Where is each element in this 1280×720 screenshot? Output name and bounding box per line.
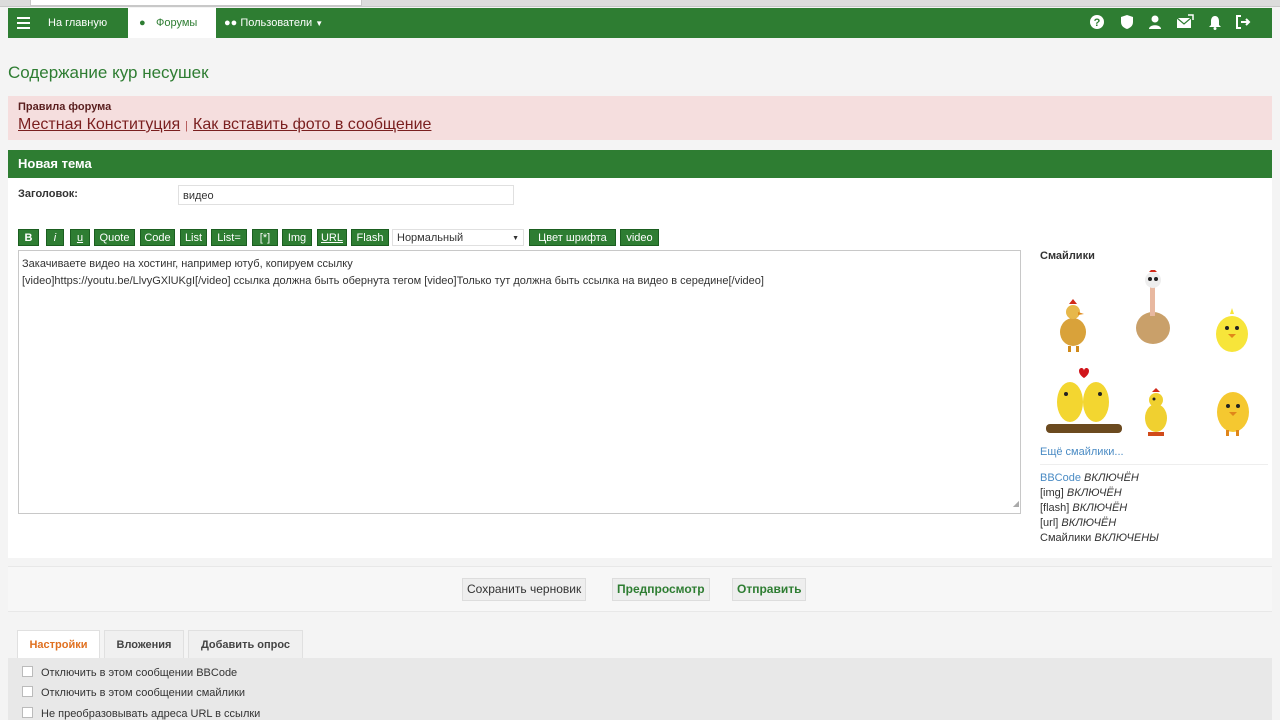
font-color-button[interactable]: Цвет шрифта: [529, 229, 616, 246]
chick-smiley-5[interactable]: [1140, 388, 1172, 443]
browser-strip: [0, 0, 1280, 7]
options-panel: Отключить в этом сообщении BBCode Отключ…: [8, 658, 1272, 720]
post-form: Заголовок: видео B i u Quote Code List L…: [8, 178, 1272, 558]
code-button[interactable]: Code: [140, 229, 175, 246]
nav-forums[interactable]: ● Форумы: [128, 8, 216, 38]
status-smilies: Смайлики ВКЛЮЧЕНЫ: [1040, 532, 1159, 544]
save-draft-button[interactable]: Сохранить черновик: [462, 578, 587, 601]
option-label: Отключить в этом сообщении смайлики: [41, 687, 246, 699]
bold-button[interactable]: B: [18, 229, 39, 246]
chat-bubble-icon: ●: [139, 17, 146, 29]
section-header: Новая тема: [8, 150, 1272, 178]
navbar: На главную ● Форумы ●● Пользователи ▼ ?: [8, 8, 1272, 38]
divider: [1040, 464, 1268, 465]
list-item-button[interactable]: [*]: [252, 229, 278, 246]
editor-line-1: Закачиваете видео на хостинг, например ю…: [22, 258, 353, 270]
video-button[interactable]: video: [620, 229, 659, 246]
nav-forums-label: Форумы: [156, 17, 198, 29]
chevron-down-icon: ▼: [315, 19, 324, 28]
menu-toggle[interactable]: [8, 8, 40, 38]
url-button[interactable]: URL: [317, 229, 347, 246]
resize-handle-icon[interactable]: ◢: [1013, 495, 1019, 512]
message-editor[interactable]: Закачиваете видео на хостинг, например ю…: [18, 250, 1021, 514]
checkbox[interactable]: [22, 686, 33, 697]
font-size-value: Нормальный: [397, 232, 464, 244]
status-bbcode: BBCode ВКЛЮЧЁН: [1040, 472, 1139, 484]
bell-icon[interactable]: [1206, 14, 1224, 32]
underline-button[interactable]: u: [70, 229, 90, 246]
help-icon[interactable]: ?: [1088, 14, 1106, 32]
img-button[interactable]: Img: [282, 229, 312, 246]
status-value: ВКЛЮЧЕНЫ: [1094, 532, 1159, 544]
preview-button[interactable]: Предпросмотр: [612, 578, 710, 601]
hamburger-icon: [17, 17, 30, 29]
option-disable-smilies[interactable]: Отключить в этом сообщении смайлики: [22, 686, 245, 699]
status-value: ВКЛЮЧЁН: [1072, 502, 1128, 514]
option-label: Не преобразовывать адреса URL в ссылки: [41, 708, 261, 720]
submit-bar: Сохранить черновик Предпросмотр Отправит…: [8, 566, 1272, 612]
rules-heading: Правила форума: [18, 101, 112, 113]
users-icon: ●●: [224, 17, 238, 29]
nav-users[interactable]: ●● Пользователи ▼: [224, 8, 323, 38]
submit-button[interactable]: Отправить: [732, 578, 807, 601]
rules-link-photo[interactable]: Как вставить фото в сообщение: [193, 116, 431, 133]
more-smilies-link[interactable]: Ещё смайлики...: [1040, 446, 1124, 458]
forum-rules: Правила форума Местная Конституция | Как в…: [8, 96, 1272, 140]
list-ordered-button[interactable]: List=: [211, 229, 247, 246]
navbar-right-icons: ?: [1088, 8, 1268, 38]
status-img: [img] ВКЛЮЧЁН: [1040, 487, 1122, 499]
nav-home-label: На главную: [48, 17, 108, 29]
status-flash: [flash] ВКЛЮЧЁН: [1040, 502, 1127, 514]
address-bar[interactable]: [30, 0, 362, 6]
status-key[interactable]: BBCode: [1040, 472, 1081, 484]
chick-smiley-1[interactable]: [1056, 298, 1090, 357]
checkbox[interactable]: [22, 707, 33, 718]
chevron-down-icon: ▼: [512, 235, 519, 242]
yellow-chick-smiley-3[interactable]: [1214, 306, 1250, 359]
status-value: ВКЛЮЧЁН: [1061, 517, 1117, 529]
status-key: [img]: [1040, 487, 1064, 499]
chicks-love-smiley-4[interactable]: [1042, 366, 1124, 441]
rules-links: Местная Конституция | Как вставить фото в …: [18, 116, 431, 134]
tab-attachments[interactable]: Вложения: [104, 630, 184, 658]
nav-users-label: Пользователи: [240, 17, 313, 29]
svg-text:?: ?: [1094, 17, 1101, 29]
option-label: Отключить в этом сообщении BBCode: [41, 667, 238, 679]
logout-icon[interactable]: [1234, 14, 1252, 32]
subject-input[interactable]: видео: [178, 185, 514, 205]
nav-home[interactable]: На главную: [48, 8, 107, 38]
flash-button[interactable]: Flash: [351, 229, 389, 246]
status-key: Смайлики: [1040, 532, 1092, 544]
smilies-title: Смайлики: [1040, 250, 1095, 262]
user-icon[interactable]: [1146, 14, 1164, 32]
shield-icon[interactable]: [1118, 14, 1136, 32]
option-no-url-links[interactable]: Не преобразовывать адреса URL в ссылки: [22, 707, 260, 720]
quote-button[interactable]: Quote: [94, 229, 135, 246]
option-disable-bbcode[interactable]: Отключить в этом сообщении BBCode: [22, 666, 237, 679]
chicken-smiley-2[interactable]: [1134, 268, 1172, 349]
tab-add-poll[interactable]: Добавить опрос: [188, 630, 303, 658]
status-key: [url]: [1040, 517, 1059, 529]
mail-icon[interactable]: [1176, 14, 1194, 32]
yellow-chick-smiley-6[interactable]: [1214, 382, 1252, 441]
list-button[interactable]: List: [180, 229, 207, 246]
status-value: ВКЛЮЧЁН: [1084, 472, 1139, 484]
tab-settings[interactable]: Настройки: [17, 630, 100, 658]
status-key: [flash]: [1040, 502, 1070, 514]
subject-label: Заголовок:: [18, 188, 78, 200]
rules-link-constitution[interactable]: Местная Конституция: [18, 116, 180, 133]
section-title: Новая тема: [18, 156, 92, 171]
checkbox[interactable]: [22, 666, 33, 677]
page-title: Содержание кур несушек: [8, 63, 209, 82]
italic-button[interactable]: i: [46, 229, 64, 246]
rules-separator: |: [185, 120, 189, 132]
status-url: [url] ВКЛЮЧЁН: [1040, 517, 1116, 529]
editor-line-3: [video]https://youtu.be/LlvyGXlUKgI[/vid…: [22, 275, 764, 287]
font-size-select[interactable]: Нормальный ▼: [392, 229, 524, 246]
status-value: ВКЛЮЧЁН: [1066, 487, 1122, 499]
